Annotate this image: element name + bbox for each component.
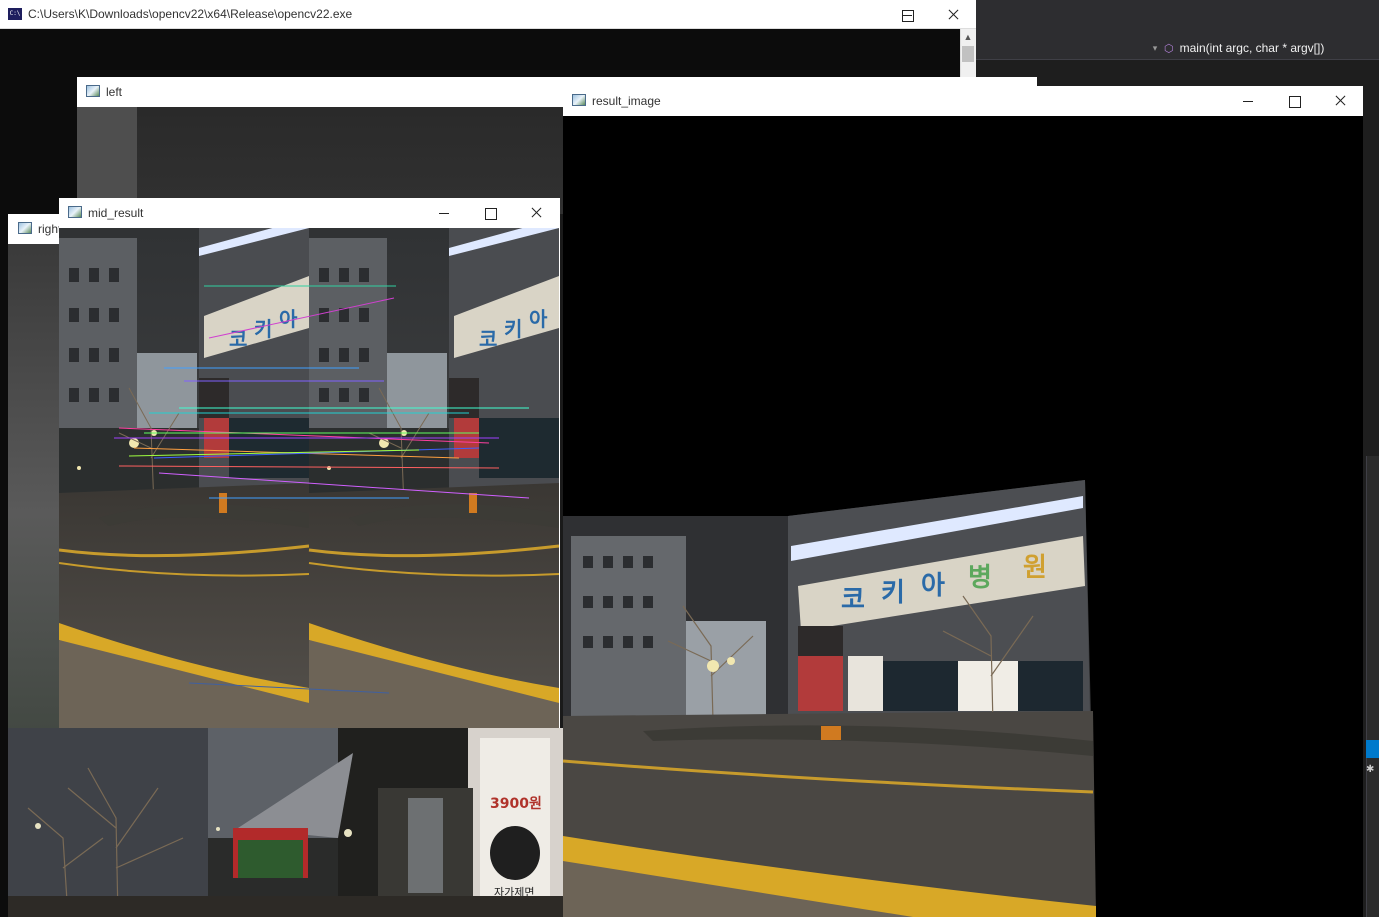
mid-result-maximize-button[interactable] — [467, 198, 513, 228]
result-image-title: result_image — [592, 94, 661, 108]
result-image-maximize-button[interactable] — [1271, 86, 1317, 116]
image-window-icon — [86, 85, 100, 97]
result-sign-letter-3: 아 — [921, 571, 945, 601]
scroll-up-arrow-icon[interactable]: ▲ — [960, 29, 976, 46]
mid-result-close-button[interactable] — [513, 198, 559, 228]
method-signature: main(int argc, char * argv[]) — [1179, 41, 1325, 55]
left-window-title: left — [106, 85, 123, 99]
right-window-title: right — [38, 222, 59, 236]
image-window-icon — [572, 94, 586, 106]
console-close-button[interactable] — [930, 0, 976, 29]
stitched-panorama-image: 코 키 아 병 원 — [563, 116, 1363, 917]
method-cube-icon: ⬡ — [1164, 43, 1174, 55]
console-scroll-thumb[interactable] — [962, 46, 974, 62]
console-title: C:\Users\K\Downloads\opencv22\x64\Releas… — [28, 7, 353, 21]
shop-sign-price: 3900원 — [490, 796, 542, 812]
result-sign-letter-2: 키 — [881, 578, 905, 608]
ide-accent-tab[interactable] — [1366, 740, 1379, 758]
mid-result-title: mid_result — [88, 206, 144, 220]
ide-side-icon[interactable]: ✱ — [1366, 764, 1379, 780]
feature-match-image: 코 키 아 — [59, 228, 560, 728]
ide-toolbar — [976, 0, 1379, 36]
ide-side-panel — [1366, 456, 1379, 917]
result-image-close-button[interactable] — [1317, 86, 1363, 116]
result-sign-letter-4: 병 — [968, 563, 992, 593]
right-image-lower-part: 3900원 자가제면 — [8, 728, 564, 917]
console-app-icon: C:\ — [8, 8, 22, 20]
mid-result-minimize-button[interactable] — [421, 198, 467, 228]
result-image-minimize-button[interactable] — [1225, 86, 1271, 116]
result-sign-letter-5: 원 — [1023, 553, 1047, 583]
result-sign-letter-1: 코 — [841, 585, 865, 615]
scope-dropdown-arrow-icon[interactable]: ▾ — [1148, 36, 1162, 60]
method-dropdown[interactable]: ⬡ main(int argc, char * argv[]) — [1164, 36, 1324, 60]
console-maximize-button[interactable] — [884, 0, 930, 29]
image-window-icon — [68, 206, 82, 218]
image-window-icon — [18, 222, 32, 234]
